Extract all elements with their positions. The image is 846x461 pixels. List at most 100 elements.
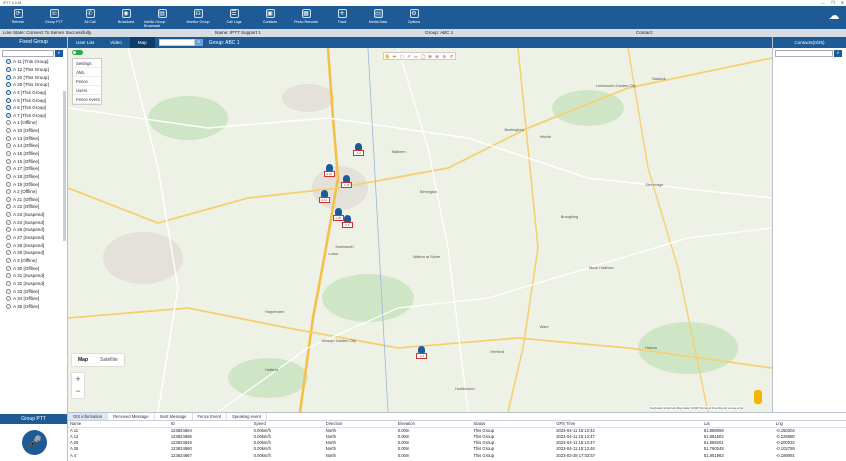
search-icon[interactable]: ⌕ xyxy=(834,49,842,57)
user-marker[interactable]: A 12 xyxy=(318,189,330,203)
map-type-satellite[interactable]: Satellite xyxy=(94,354,124,366)
zoom-out-button[interactable]: − xyxy=(72,385,84,397)
list-item[interactable]: A 26 [Suspend] xyxy=(6,226,67,234)
list-item[interactable]: A 5 [This Group] xyxy=(6,96,67,104)
menu-item-settings[interactable]: Settings xyxy=(73,59,101,68)
user-marker[interactable]: A 20 xyxy=(323,164,335,178)
user-marker[interactable]: A 5 xyxy=(341,215,353,229)
zoom-in-button[interactable]: + xyxy=(72,373,84,385)
media-data-button[interactable]: ▭ Media Data xyxy=(360,6,396,29)
contacts-header[interactable]: Contacts(0/25) xyxy=(773,37,846,48)
list-item[interactable]: A 21 [Offline] xyxy=(6,196,67,204)
map-toggle-switch[interactable] xyxy=(72,50,83,55)
group-search-input[interactable] xyxy=(2,49,54,57)
list-item[interactable]: A 11 [This Group] xyxy=(6,58,67,66)
list-item[interactable]: A 23 [Suspend] xyxy=(6,211,67,219)
list-item[interactable]: A 10 [Offline] xyxy=(6,127,67,135)
intellio-group-broadcast-button[interactable]: ▤ Intellio Group Broadcast xyxy=(144,6,180,29)
tab-map[interactable]: Map xyxy=(129,37,155,48)
map-search-input[interactable] xyxy=(158,39,195,46)
list-item[interactable]: A 24 [Suspend] xyxy=(6,218,67,226)
street-view-icon[interactable] xyxy=(754,390,762,404)
list-item[interactable]: A 14 [Offline] xyxy=(6,142,67,150)
photo-records-button[interactable]: ▦ Photo Records xyxy=(288,6,324,29)
menu-item-aml[interactable]: AML xyxy=(73,68,101,77)
list-item[interactable]: A 28 [Suspend] xyxy=(6,241,67,249)
map-canvas[interactable]: Settings AML Fence Users Fence event ✋ ✏ ⬡ ↗ ▭ ◯ ⊕… xyxy=(68,48,772,412)
list-item[interactable]: A 31 [Suspend] xyxy=(6,272,67,280)
list-item[interactable]: A 18 [Offline] xyxy=(6,173,67,181)
draw-tool-icon[interactable]: ✋ xyxy=(384,53,391,60)
map-attribution[interactable]: Keyboard shortcuts Map data ©2023 Terms … xyxy=(650,406,744,410)
contacts-button[interactable]: ▣ Contacts xyxy=(252,6,288,29)
group-search: ⌕ xyxy=(0,48,67,58)
member-list-scrollbar[interactable] xyxy=(63,91,66,241)
menu-item-fence-event[interactable]: Fence event xyxy=(73,95,101,104)
draw-tool-icon[interactable]: ⊕ xyxy=(427,53,434,60)
list-item[interactable]: A 33 [Offline] xyxy=(6,287,67,295)
options-button[interactable]: ⚙ Options xyxy=(396,6,432,29)
list-item[interactable]: A 30 [Offline] xyxy=(6,264,67,272)
contacts-search-input[interactable] xyxy=(775,49,833,57)
list-item[interactable]: A 32 [Suspend] xyxy=(6,280,67,288)
list-item[interactable]: A 20 [This Group] xyxy=(6,73,67,81)
tab-gis-information[interactable]: GIS information xyxy=(68,413,109,420)
list-item[interactable]: A 25 [This Group] xyxy=(6,81,67,89)
list-item[interactable]: A 17 [Offline] xyxy=(6,165,67,173)
map-type-map[interactable]: Map xyxy=(72,354,94,366)
user-marker[interactable]: A 4 xyxy=(353,142,365,156)
list-item[interactable]: A 22 [Offline] xyxy=(6,203,67,211)
draw-tool-icon[interactable]: ◯ xyxy=(419,53,426,60)
list-item[interactable]: A 19 [Offline] xyxy=(6,180,67,188)
tab-video[interactable]: Video xyxy=(102,37,130,48)
list-item[interactable]: A 27 [Suspend] xyxy=(6,234,67,242)
list-item[interactable]: A 3 [Offline] xyxy=(6,257,67,265)
call-logs-button[interactable]: ☰ Call Logs xyxy=(216,6,252,29)
list-item[interactable]: A 29 [Suspend] xyxy=(6,249,67,257)
cloud-icon[interactable]: ☁ xyxy=(826,9,842,25)
marker-label: A 20 xyxy=(323,171,335,178)
draw-tool-icon[interactable]: ⊘ xyxy=(441,53,448,60)
tab-fence-event[interactable]: Fence Event xyxy=(193,413,228,420)
list-item[interactable]: A 13 [Offline] xyxy=(6,134,67,142)
all-call-button[interactable]: ✆ All Call xyxy=(72,6,108,29)
search-icon[interactable]: ⌕ xyxy=(55,49,63,57)
list-item[interactable]: A 6 [This Group] xyxy=(6,104,67,112)
microphone-icon[interactable]: 🎤 xyxy=(22,430,47,455)
list-item[interactable]: A 4 [This Group] xyxy=(6,89,67,97)
broadcast-button[interactable]: ◉ Broadcast xyxy=(108,6,144,29)
draw-tool-icon[interactable]: ⊗ xyxy=(434,53,441,60)
member-label: A 27 [Suspend] xyxy=(13,235,45,241)
user-marker[interactable]: A 11 xyxy=(341,175,353,189)
draw-tool-icon[interactable]: ▭ xyxy=(412,53,419,60)
list-item[interactable]: A 1 [Offline] xyxy=(6,119,67,127)
list-item[interactable]: A 2 [Offline] xyxy=(6,188,67,196)
tab-user-list[interactable]: User List xyxy=(68,37,102,48)
list-item[interactable]: A 34 [Offline] xyxy=(6,295,67,303)
draw-tool-icon[interactable]: ⬡ xyxy=(398,53,405,60)
list-item[interactable]: A 12 [This Group] xyxy=(6,66,67,74)
list-item[interactable]: A 35 [Offline] xyxy=(6,303,67,311)
tab-received-message[interactable]: Received Message xyxy=(108,413,155,420)
user-marker[interactable]: A 3 xyxy=(416,346,428,360)
draw-tool-icon[interactable]: ↺ xyxy=(448,53,455,60)
tab-sent-message[interactable]: Sent Message xyxy=(155,413,193,420)
search-icon[interactable]: ⌕ xyxy=(194,39,203,46)
map-group-label: Group: ABC 1 xyxy=(208,39,240,46)
menu-item-fence[interactable]: Fence xyxy=(73,77,101,86)
track-button[interactable]: ✛ Track xyxy=(324,6,360,29)
fixed-group-header[interactable]: Fixed Group xyxy=(0,37,67,48)
list-item[interactable]: A 15 [Offline] xyxy=(6,150,67,158)
group-ptt-header: Group PTT xyxy=(0,414,67,424)
table-row[interactable]: A 4 123824667 0.00km/h North 0.00m This Group… xyxy=(68,452,846,458)
menu-item-users[interactable]: Users xyxy=(73,86,101,95)
list-item[interactable]: A 7 [This Group] xyxy=(6,111,67,119)
monitor-group-button[interactable]: ☊ Monitor Group xyxy=(180,6,216,29)
refresh-label: Refresh xyxy=(11,20,25,24)
draw-tool-icon[interactable]: ✏ xyxy=(391,53,398,60)
draw-tool-icon[interactable]: ↗ xyxy=(405,53,412,60)
list-item[interactable]: A 16 [Offline] xyxy=(6,157,67,165)
group-ptt-button[interactable]: ☏ Group PTT xyxy=(36,6,72,29)
refresh-button[interactable]: ⟳ Refresh xyxy=(0,6,36,29)
tab-speaking-event[interactable]: Speaking event xyxy=(227,413,267,420)
